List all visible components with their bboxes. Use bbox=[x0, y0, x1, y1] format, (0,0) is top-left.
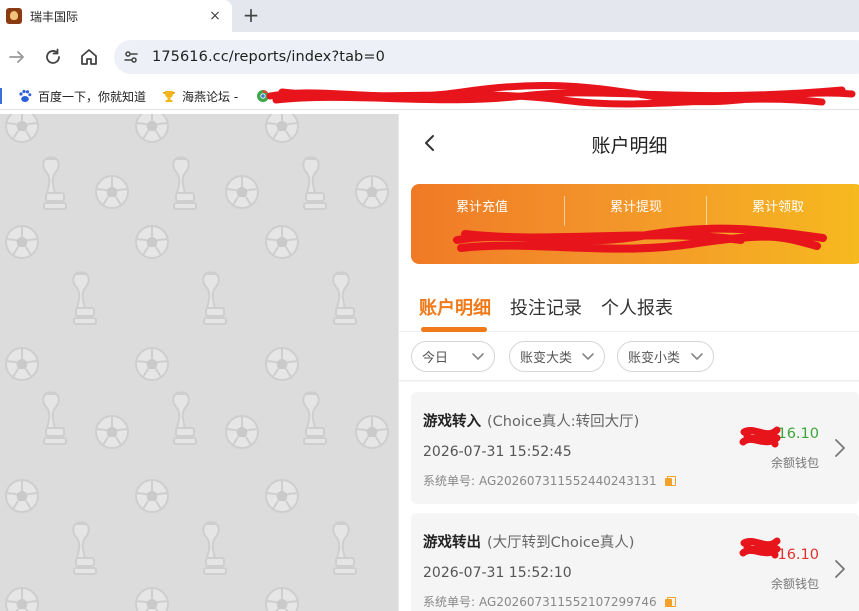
order-number: AG202607311552107299746 bbox=[479, 594, 657, 609]
list-item[interactable]: 游戏转出 (大厅转到Choice真人) 2026-07-31 15:52:10 系… bbox=[411, 513, 859, 611]
copy-icon[interactable] bbox=[664, 475, 676, 486]
chevron-down-icon bbox=[691, 353, 703, 360]
record-title: 游戏转出 (大厅转到Choice真人) bbox=[423, 531, 634, 552]
bookmark-label: 百度一下，你就知道 bbox=[38, 89, 147, 104]
record-title: 游戏转入 (Choice真人:转回大厅) bbox=[423, 410, 639, 431]
record-amount: 16.10 bbox=[777, 547, 819, 563]
address-bar[interactable]: 175616.cc/reports/index?tab=0 bbox=[114, 40, 859, 74]
filter-label: 账变大类 bbox=[520, 351, 573, 366]
summary-card: 累计充值 累计提现 累计领取 bbox=[411, 184, 859, 264]
record-time: 2026-07-31 15:52:45 bbox=[423, 444, 572, 460]
record-order: 系统单号: AG202607311552107299746 bbox=[423, 593, 676, 610]
date-filter-dropdown[interactable]: 今日 bbox=[411, 341, 495, 372]
bookmarks-redaction-scribble bbox=[266, 82, 856, 108]
browser-tab[interactable]: 瑞丰国际 × bbox=[0, 0, 232, 32]
summary-total-deposit: 累计充值 bbox=[411, 184, 553, 264]
record-time: 2026-07-31 15:52:10 bbox=[423, 565, 572, 581]
copy-icon[interactable] bbox=[664, 596, 676, 607]
chevron-down-icon bbox=[582, 353, 594, 360]
filter-label: 今日 bbox=[422, 351, 449, 366]
summary-total-claimed: 累计领取 bbox=[707, 184, 849, 264]
bookmark-redacted[interactable] bbox=[256, 87, 276, 105]
record-tabs: 账户明细 投注记录 个人报表 bbox=[399, 276, 859, 332]
filter-bar: 今日 账变大类 账变小类 bbox=[399, 333, 859, 381]
record-type: 游戏转入 bbox=[423, 414, 481, 430]
baidu-paw-icon bbox=[19, 89, 32, 102]
record-wallet: 余额钱包 bbox=[770, 577, 819, 591]
account-detail-panel: 账户明细 累计充值 累计提现 累计领取 账户明细 投注记录 个人报表 今日 账变… bbox=[398, 114, 859, 611]
order-label: 系统单号: bbox=[423, 474, 476, 488]
list-item[interactable]: 游戏转入 (Choice真人:转回大厅) 2026-07-31 15:52:45 … bbox=[411, 392, 859, 504]
record-order: 系统单号: AG202607311552440243131 bbox=[423, 472, 676, 489]
forward-arrow-icon[interactable] bbox=[6, 46, 28, 68]
bookmarks-bar: 百度一下，你就知道 海燕论坛 - bbox=[0, 82, 859, 110]
tab-title: 瑞丰国际 bbox=[30, 9, 79, 24]
record-list: 游戏转入 (Choice真人:转回大厅) 2026-07-31 15:52:45 … bbox=[399, 382, 859, 611]
chrome-logo-icon bbox=[257, 90, 269, 102]
bookmark-label: 海燕论坛 - bbox=[182, 89, 239, 104]
active-tab-indicator bbox=[421, 327, 487, 332]
summary-total-withdraw: 累计提现 bbox=[565, 184, 707, 264]
close-tab-icon[interactable]: × bbox=[206, 7, 224, 25]
chevron-down-icon bbox=[472, 353, 484, 360]
record-amount: 16.10 bbox=[777, 426, 819, 442]
summary-label: 累计提现 bbox=[609, 200, 662, 215]
bookmarks-edge-marker bbox=[0, 88, 2, 104]
browser-toolbar: 175616.cc/reports/index?tab=0 bbox=[0, 32, 859, 82]
trophy-icon bbox=[163, 91, 175, 102]
bookmark-haiyan[interactable]: 海燕论坛 - bbox=[162, 87, 238, 105]
fifa-decor-icon bbox=[5, 114, 389, 611]
subcategory-filter-dropdown[interactable]: 账变小类 bbox=[617, 341, 714, 372]
site-favicon-icon bbox=[6, 8, 22, 24]
amount-redaction-scribble bbox=[739, 537, 781, 559]
summary-label: 累计充值 bbox=[455, 200, 508, 215]
record-type: 游戏转出 bbox=[423, 535, 481, 551]
category-filter-dropdown[interactable]: 账变大类 bbox=[509, 341, 605, 372]
site-info-icon[interactable] bbox=[118, 44, 144, 70]
reload-icon[interactable] bbox=[42, 46, 64, 68]
page-title: 账户明细 bbox=[591, 135, 668, 157]
tab-bet-records[interactable]: 投注记录 bbox=[510, 294, 582, 320]
url-text: 175616.cc/reports/index?tab=0 bbox=[152, 49, 385, 65]
record-detail: (Choice真人:转回大厅) bbox=[487, 414, 640, 430]
summary-label: 累计领取 bbox=[751, 200, 804, 215]
bookmark-baidu[interactable]: 百度一下，你就知道 bbox=[18, 87, 146, 105]
amount-redaction-scribble bbox=[739, 426, 781, 448]
order-label: 系统单号: bbox=[423, 595, 476, 609]
home-icon[interactable] bbox=[78, 46, 100, 68]
browser-tabstrip: 瑞丰国际 × + bbox=[0, 0, 859, 32]
record-wallet: 余额钱包 bbox=[770, 456, 819, 470]
new-tab-icon[interactable]: + bbox=[240, 4, 262, 26]
tab-account-detail[interactable]: 账户明细 bbox=[419, 294, 491, 320]
filter-label: 账变小类 bbox=[628, 351, 681, 366]
chevron-right-icon bbox=[835, 439, 845, 457]
page-content: 账户明细 累计充值 累计提现 累计领取 账户明细 投注记录 个人报表 今日 账变… bbox=[0, 114, 859, 611]
page-header: 账户明细 bbox=[399, 114, 859, 172]
fifa-background-pattern bbox=[0, 114, 398, 611]
chevron-right-icon bbox=[835, 560, 845, 578]
order-number: AG202607311552440243131 bbox=[479, 473, 657, 488]
tab-personal-report[interactable]: 个人报表 bbox=[601, 294, 673, 320]
record-detail: (大厅转到Choice真人) bbox=[487, 535, 635, 551]
